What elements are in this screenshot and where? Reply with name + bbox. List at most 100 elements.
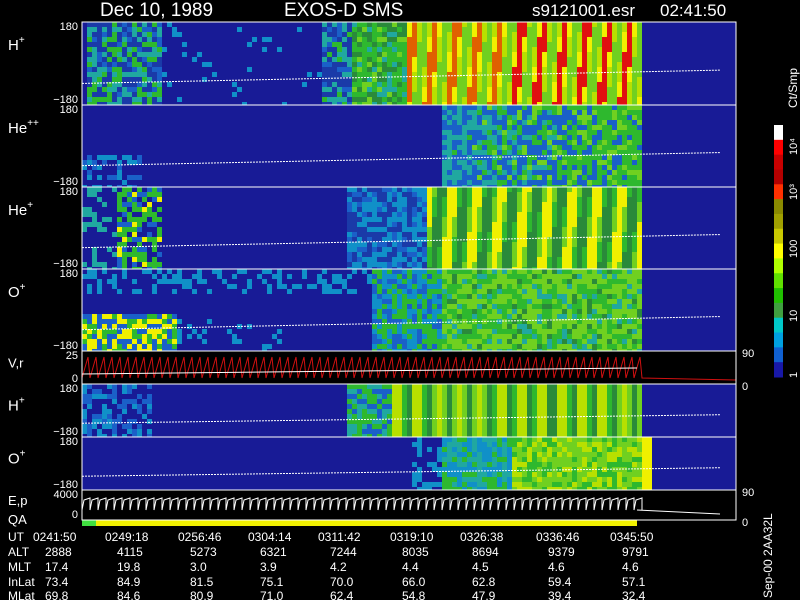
spectrogram-cell: [452, 279, 457, 284]
spectrogram-cell: [112, 399, 117, 404]
spectrogram-cell: [622, 105, 627, 110]
spectrogram-cell: [612, 187, 617, 192]
spectrogram-cell: [507, 409, 512, 414]
spectrogram-cell: [237, 339, 242, 344]
spectrogram-cell: [527, 150, 532, 155]
spectrogram-cell: [572, 284, 577, 289]
spectrogram-cell: [587, 187, 592, 192]
spectrogram-cell: [482, 22, 487, 27]
spectrogram-cell: [362, 37, 367, 42]
spectrogram-cell: [402, 284, 407, 289]
spectrogram-cell: [582, 170, 587, 175]
spectrogram-cell: [437, 429, 442, 434]
spectrogram-cell: [637, 175, 642, 180]
spectrogram-cell: [427, 202, 432, 207]
spectrogram-cell: [152, 72, 157, 77]
spectrogram-cell: [332, 52, 337, 57]
spectrogram-cell: [472, 192, 477, 197]
spectrogram-cell: [87, 42, 92, 47]
spectrogram-cell: [607, 82, 612, 87]
spectrogram-cell: [532, 284, 537, 289]
spectrogram-cell: [382, 419, 387, 424]
spectrogram-cell: [487, 404, 492, 409]
spectrogram-cell: [147, 27, 152, 32]
spectrogram-cell: [462, 47, 467, 52]
spectrogram-cell: [537, 120, 542, 125]
spectrogram-cell: [277, 269, 282, 274]
spectrogram-cell: [607, 232, 612, 237]
spectrogram-cell: [417, 237, 422, 242]
spectrogram-cell: [157, 192, 162, 197]
spectrogram-cell: [502, 165, 507, 170]
spectrogram-cell: [462, 242, 467, 247]
spectrogram-cell: [97, 284, 102, 289]
spectrogram-cell: [147, 22, 152, 27]
spectrogram-cell: [522, 135, 527, 140]
spectrogram-cell: [437, 284, 442, 289]
spectrogram-cell: [467, 27, 472, 32]
spectrogram-cell: [447, 207, 452, 212]
spectrogram-cell: [617, 284, 622, 289]
spectrogram-cell: [627, 180, 632, 185]
spectrogram-cell: [512, 399, 517, 404]
spectrogram-cell: [132, 42, 137, 47]
spectrogram-cell: [587, 344, 592, 349]
spectrogram-cell: [602, 140, 607, 145]
y-tick-top: 25: [66, 350, 78, 362]
spectrogram-cell: [627, 274, 632, 279]
spectrogram-cell: [592, 344, 597, 349]
spectrogram-cell: [397, 404, 402, 409]
spectrogram-cell: [442, 262, 447, 267]
spectrogram-cell: [582, 140, 587, 145]
spectrogram-cell: [517, 304, 522, 309]
spectrogram-cell: [477, 160, 482, 165]
spectrogram-cell: [477, 140, 482, 145]
spectrogram-cell: [472, 120, 477, 125]
spectrogram-cell: [142, 217, 147, 222]
spectrogram-cell: [517, 299, 522, 304]
spectrogram-cell: [582, 299, 587, 304]
spectrogram-cell: [592, 279, 597, 284]
spectrogram-cell: [467, 170, 472, 175]
spectrogram-cell: [447, 120, 452, 125]
spectrogram-cell: [437, 32, 442, 37]
spectrogram-cell: [602, 92, 607, 97]
spectrogram-cell: [517, 187, 522, 192]
spectrogram-cell: [462, 247, 467, 252]
spectrogram-cell: [467, 227, 472, 232]
spectrogram-cell: [467, 252, 472, 257]
spectrogram-cell: [557, 72, 562, 77]
spectrogram-cell: [117, 97, 122, 102]
spectrogram-cell: [172, 329, 177, 334]
spectrogram-cell: [442, 284, 447, 289]
spectrogram-cell: [507, 97, 512, 102]
spectrogram-cell: [452, 197, 457, 202]
spectrogram-cell: [342, 62, 347, 67]
spectrogram-cell: [322, 27, 327, 32]
spectrogram-cell: [572, 47, 577, 52]
spectrogram-cell: [407, 409, 412, 414]
spectrogram-cell: [372, 27, 377, 32]
spectrogram-cell: [512, 135, 517, 140]
spectrogram-cell: [607, 120, 612, 125]
spectrogram-cell: [577, 242, 582, 247]
spectrogram-cell: [387, 389, 392, 394]
spectrogram-cell: [527, 304, 532, 309]
spectrogram-cell: [507, 180, 512, 185]
spectrogram-cell: [487, 145, 492, 150]
spectrogram-cell: [607, 304, 612, 309]
spectrogram-cell: [157, 232, 162, 237]
spectrogram-cell: [557, 284, 562, 289]
spectrogram-cell: [407, 52, 412, 57]
spectrogram-cell: [562, 294, 567, 299]
spectrogram-cell: [612, 57, 617, 62]
spectrogram-cell: [587, 165, 592, 170]
spectrogram-cell: [452, 319, 457, 324]
spectrogram-cell: [352, 399, 357, 404]
spectrogram-cell: [552, 110, 557, 115]
spectrogram-cell: [412, 424, 417, 429]
spectrogram-cell: [127, 222, 132, 227]
spectrogram-cell: [542, 165, 547, 170]
spectrogram-cell: [452, 77, 457, 82]
spectrogram-cell: [542, 202, 547, 207]
